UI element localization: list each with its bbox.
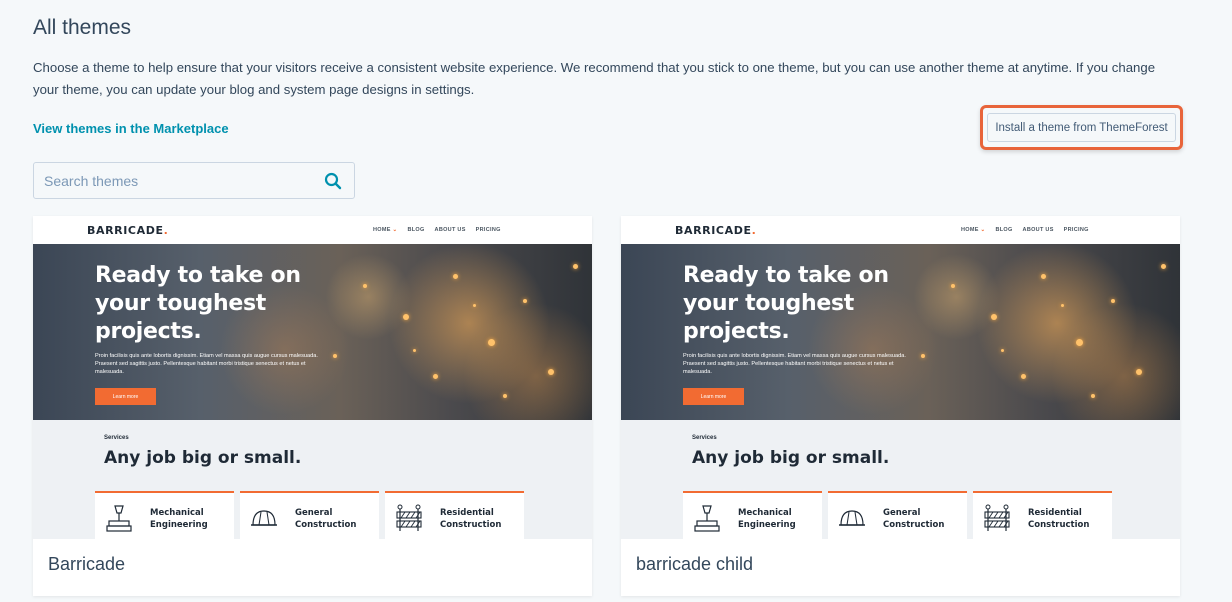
preview-service-label: Mechanical Engineering bbox=[150, 508, 208, 530]
preview-logo: BARRICADE. bbox=[87, 224, 169, 237]
preview-hero-text: Proin facilisis quis ante lobortis digni… bbox=[95, 353, 318, 375]
preview-service-label: Mechanical Engineering bbox=[738, 508, 796, 530]
preview-services-label: Services bbox=[692, 435, 717, 441]
preview-hero-image: Ready to take on your toughest projects.… bbox=[621, 244, 1180, 420]
hard-hat-icon bbox=[839, 510, 865, 526]
install-button-highlight: Install a theme from ThemeForest bbox=[980, 105, 1183, 150]
search-box bbox=[33, 162, 355, 199]
theme-preview: BARRICADE. HOME ⌄ BLOG ABOUT US PRICING … bbox=[33, 216, 592, 539]
preview-services-title: Any job big or small. bbox=[104, 448, 302, 468]
preview-hero-image: Ready to take on your toughest projects.… bbox=[33, 244, 592, 420]
preview-menu-item: PRICING bbox=[1063, 227, 1089, 233]
preview-services-label: Services bbox=[104, 435, 129, 441]
page-title: All themes bbox=[33, 16, 132, 39]
theme-card[interactable]: BARRICADE. HOME ⌄ BLOG ABOUT US PRICING … bbox=[621, 216, 1180, 596]
preview-learn-more-button: Learn more bbox=[95, 388, 156, 405]
theme-name: Barricade bbox=[48, 554, 126, 574]
theme-card[interactable]: BARRICADE. HOME ⌄ BLOG ABOUT US PRICING … bbox=[33, 216, 592, 596]
welding-icon bbox=[106, 505, 132, 532]
preview-menu-item: PRICING bbox=[475, 227, 501, 233]
chevron-down-icon: ⌄ bbox=[392, 227, 398, 233]
preview-menu: HOME ⌄ BLOG ABOUT US PRICING bbox=[373, 227, 501, 233]
preview-hero-title: Ready to take on your toughest projects. bbox=[95, 263, 301, 344]
preview-menu-item: BLOG bbox=[995, 227, 1013, 233]
preview-menu-item: ABOUT US bbox=[434, 227, 466, 233]
preview-menu-item: HOME ⌄ bbox=[373, 227, 398, 233]
preview-services-title: Any job big or small. bbox=[692, 448, 890, 468]
preview-logo: BARRICADE. bbox=[675, 224, 757, 237]
theme-preview: BARRICADE. HOME ⌄ BLOG ABOUT US PRICING … bbox=[621, 216, 1180, 539]
preview-service-label: Residential Construction bbox=[440, 508, 502, 530]
preview-service-label: General Construction bbox=[295, 508, 357, 530]
page-description: Choose a theme to help ensure that your … bbox=[33, 60, 1156, 97]
barricade-icon bbox=[984, 504, 1010, 531]
preview-service-card: General Construction bbox=[240, 491, 379, 539]
preview-service-card: Mechanical Engineering bbox=[95, 491, 234, 539]
preview-navbar: BARRICADE. HOME ⌄ BLOG ABOUT US PRICING bbox=[621, 216, 1180, 244]
preview-service-card: General Construction bbox=[828, 491, 967, 539]
preview-navbar: BARRICADE. HOME ⌄ BLOG ABOUT US PRICING bbox=[33, 216, 592, 244]
preview-menu: HOME ⌄ BLOG ABOUT US PRICING bbox=[961, 227, 1089, 233]
preview-hero-text: Proin facilisis quis ante lobortis digni… bbox=[683, 353, 906, 375]
preview-service-card: Residential Construction bbox=[973, 491, 1112, 539]
preview-menu-item: BLOG bbox=[407, 227, 425, 233]
chevron-down-icon: ⌄ bbox=[980, 227, 986, 233]
preview-services-section: Services Any job big or small. Mechanica… bbox=[621, 420, 1180, 539]
barricade-icon bbox=[396, 504, 422, 531]
preview-service-label: General Construction bbox=[883, 508, 945, 530]
preview-menu-item: ABOUT US bbox=[1022, 227, 1054, 233]
install-themeforest-button[interactable]: Install a theme from ThemeForest bbox=[987, 113, 1176, 142]
preview-service-card: Mechanical Engineering bbox=[683, 491, 822, 539]
hard-hat-icon bbox=[251, 510, 277, 526]
preview-menu-item: HOME ⌄ bbox=[961, 227, 986, 233]
preview-service-label: Residential Construction bbox=[1028, 508, 1090, 530]
welding-icon bbox=[694, 505, 720, 532]
preview-hero-title: Ready to take on your toughest projects. bbox=[683, 263, 889, 344]
preview-services-section: Services Any job big or small. Mechanica… bbox=[33, 420, 592, 539]
search-input[interactable] bbox=[34, 163, 314, 198]
preview-service-card: Residential Construction bbox=[385, 491, 524, 539]
marketplace-link[interactable]: View themes in the Marketplace bbox=[33, 121, 229, 136]
search-icon[interactable] bbox=[324, 172, 342, 190]
preview-learn-more-button: Learn more bbox=[683, 388, 744, 405]
theme-name: barricade child bbox=[636, 554, 754, 574]
